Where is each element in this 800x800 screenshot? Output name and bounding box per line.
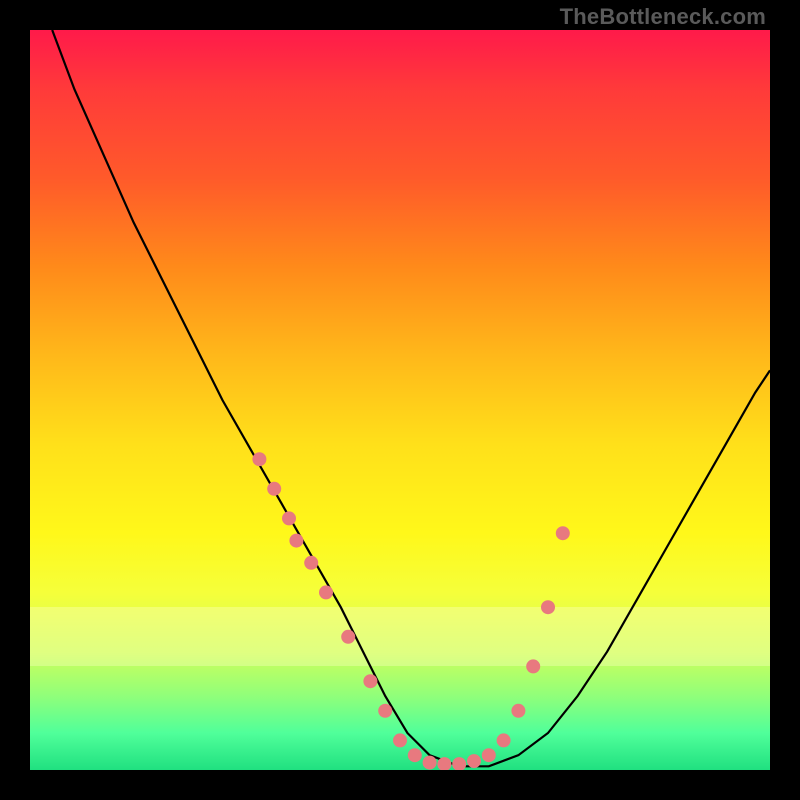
marker-group: [252, 452, 569, 770]
marker-point: [363, 674, 377, 688]
attribution-text: TheBottleneck.com: [560, 4, 766, 30]
marker-point: [467, 754, 481, 768]
marker-point: [511, 704, 525, 718]
chart-frame: TheBottleneck.com: [0, 0, 800, 800]
marker-point: [393, 733, 407, 747]
curve-layer: [30, 30, 770, 770]
marker-point: [378, 704, 392, 718]
bottleneck-curve: [52, 30, 770, 766]
marker-point: [497, 733, 511, 747]
marker-point: [556, 526, 570, 540]
marker-point: [252, 452, 266, 466]
marker-point: [319, 585, 333, 599]
marker-point: [267, 482, 281, 496]
marker-point: [541, 600, 555, 614]
marker-point: [423, 756, 437, 770]
marker-point: [452, 757, 466, 770]
marker-point: [341, 630, 355, 644]
marker-point: [282, 511, 296, 525]
marker-point: [482, 748, 496, 762]
marker-point: [526, 659, 540, 673]
marker-point: [408, 748, 422, 762]
marker-point: [289, 534, 303, 548]
marker-point: [304, 556, 318, 570]
plot-area: [30, 30, 770, 770]
